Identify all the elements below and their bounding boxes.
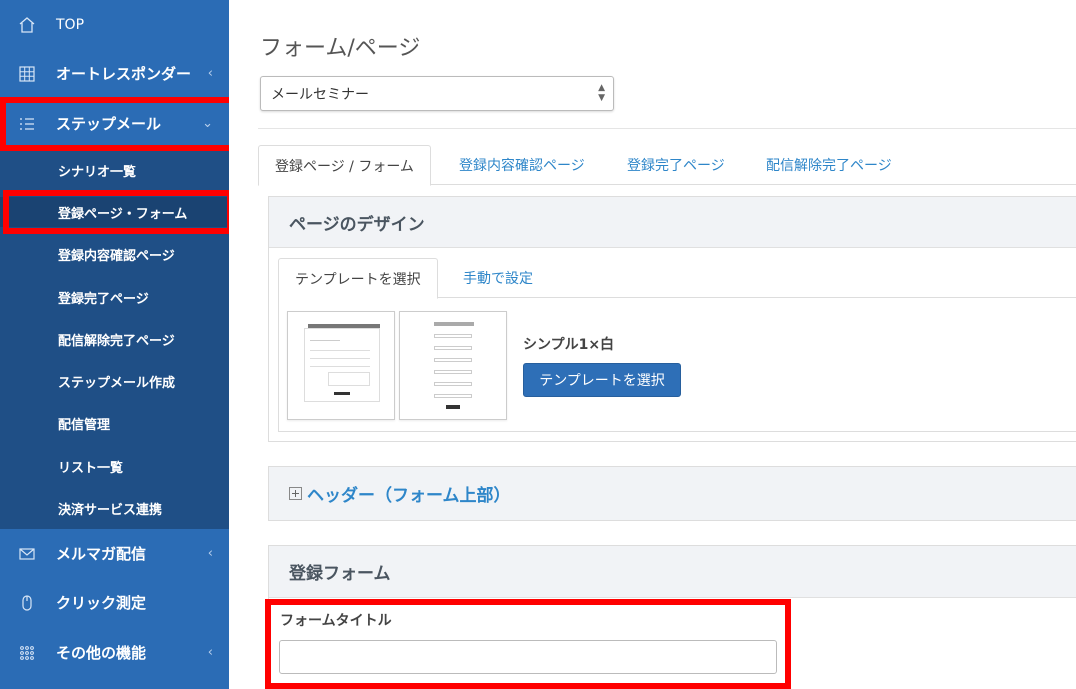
submenu-item-unsubscribe-page[interactable]: 配信解除完了ページ [0, 324, 229, 354]
form-title-input[interactable] [279, 640, 777, 674]
nav-label: ステップメール [56, 115, 162, 133]
scenario-select-value: メールセミナー [271, 86, 369, 103]
submenu-item-payment[interactable]: 決済サービス連携 [0, 493, 229, 523]
chevron-left-icon: ‹ [207, 66, 213, 81]
template-thumbnail-1[interactable] [287, 311, 395, 420]
template-name: シンプル1×白 [523, 337, 615, 353]
submenu-item-confirm-page[interactable]: 登録内容確認ページ [0, 239, 229, 269]
nav-item-top[interactable]: TOP [0, 0, 229, 49]
mail-icon [16, 543, 38, 565]
caret-icon: ▲ ▼ [598, 83, 605, 103]
nav-label: その他の機能 [56, 644, 147, 662]
submenu-item-complete-page[interactable]: 登録完了ページ [0, 282, 229, 312]
page-title: フォーム/ページ [260, 36, 421, 61]
submenu-label: 登録ページ・フォーム [58, 206, 188, 222]
nav-item-autoresponder[interactable]: オートレスポンダー ‹ [0, 49, 229, 98]
submenu-item-registration-form[interactable]: 登録ページ・フォーム [0, 197, 229, 227]
tab-registration-form[interactable]: 登録ページ / フォーム [258, 145, 431, 186]
nav-label: メルマガ配信 [56, 545, 147, 563]
nav-label: クリック測定 [56, 594, 147, 612]
list-icon [16, 113, 38, 135]
nav-item-other[interactable]: その他の機能 ‹ [0, 628, 229, 677]
grid-icon [16, 63, 38, 85]
tab-manual-setting[interactable]: 手動で設定 [447, 258, 549, 298]
tab-label: 登録ページ / フォーム [275, 158, 414, 175]
form-title-label: フォームタイトル [280, 613, 392, 629]
design-panel-title: ページのデザイン [269, 197, 1076, 248]
design-tabs: テンプレートを選択 手動で設定 [278, 258, 1076, 299]
expand-icon [289, 487, 302, 500]
stepmail-submenu: シナリオ一覧 登録ページ・フォーム 登録内容確認ページ 登録完了ページ 配信解除… [0, 148, 229, 529]
page-tabs: 登録ページ / フォーム 登録内容確認ページ 登録完了ページ 配信解除完了ページ [258, 145, 1076, 186]
tab-confirm-page[interactable]: 登録内容確認ページ [443, 145, 601, 185]
registration-form-panel-title: 登録フォーム [269, 546, 1076, 598]
tab-select-template[interactable]: テンプレートを選択 [278, 258, 438, 299]
submenu-item-delivery[interactable]: 配信管理 [0, 408, 229, 438]
nav-label: オートレスポンダー [56, 65, 192, 83]
header-panel-toggle[interactable]: ヘッダー（フォーム上部） [269, 467, 1076, 520]
template-thumbnail-2[interactable] [399, 311, 507, 420]
tab-label: 登録完了ページ [627, 158, 725, 174]
sidebar: TOP オートレスポンダー ‹ ステップメール ⌄ シナリオ一覧 登録ページ・フ… [0, 0, 229, 689]
nav-item-magazine[interactable]: メルマガ配信 ‹ [0, 529, 229, 578]
submenu-item-scenario-list[interactable]: シナリオ一覧 [0, 155, 229, 185]
submenu-label: シナリオ一覧 [58, 164, 137, 180]
nav-label: TOP [56, 16, 85, 33]
tab-complete-page[interactable]: 登録完了ページ [611, 145, 741, 185]
home-icon [16, 14, 38, 36]
chevron-down-icon: ⌄ [202, 116, 213, 131]
submenu-label: ステップメール作成 [58, 375, 176, 391]
submenu-label: 登録完了ページ [58, 291, 149, 307]
apps-icon [16, 642, 38, 664]
scenario-select[interactable]: メールセミナー ▲ ▼ [260, 76, 614, 111]
nav-item-stepmail[interactable]: ステップメール ⌄ [0, 99, 229, 148]
tab-label: テンプレートを選択 [295, 271, 421, 288]
chevron-left-icon: ‹ [207, 645, 213, 660]
chevron-left-icon: ‹ [207, 546, 213, 561]
submenu-item-create-stepmail[interactable]: ステップメール作成 [0, 366, 229, 396]
tab-label: 配信解除完了ページ [766, 158, 892, 174]
submenu-label: 配信解除完了ページ [58, 333, 175, 349]
submenu-label: 配信管理 [58, 417, 111, 433]
header-panel-title: ヘッダー（フォーム上部） [307, 486, 511, 506]
submenu-item-list[interactable]: リスト一覧 [0, 451, 229, 481]
nav-item-click[interactable]: クリック測定 [0, 578, 229, 627]
submenu-label: 登録内容確認ページ [58, 248, 175, 264]
tab-label: 登録内容確認ページ [459, 158, 585, 174]
select-template-button[interactable]: テンプレートを選択 [523, 363, 681, 397]
header-panel: ヘッダー（フォーム上部） [268, 466, 1076, 521]
submenu-label: リスト一覧 [58, 460, 124, 476]
tab-unsubscribe-page[interactable]: 配信解除完了ページ [750, 145, 908, 185]
tab-label: 手動で設定 [463, 271, 533, 287]
mouse-icon [16, 592, 38, 614]
divider [258, 128, 1076, 129]
submenu-label: 決済サービス連携 [58, 502, 163, 518]
